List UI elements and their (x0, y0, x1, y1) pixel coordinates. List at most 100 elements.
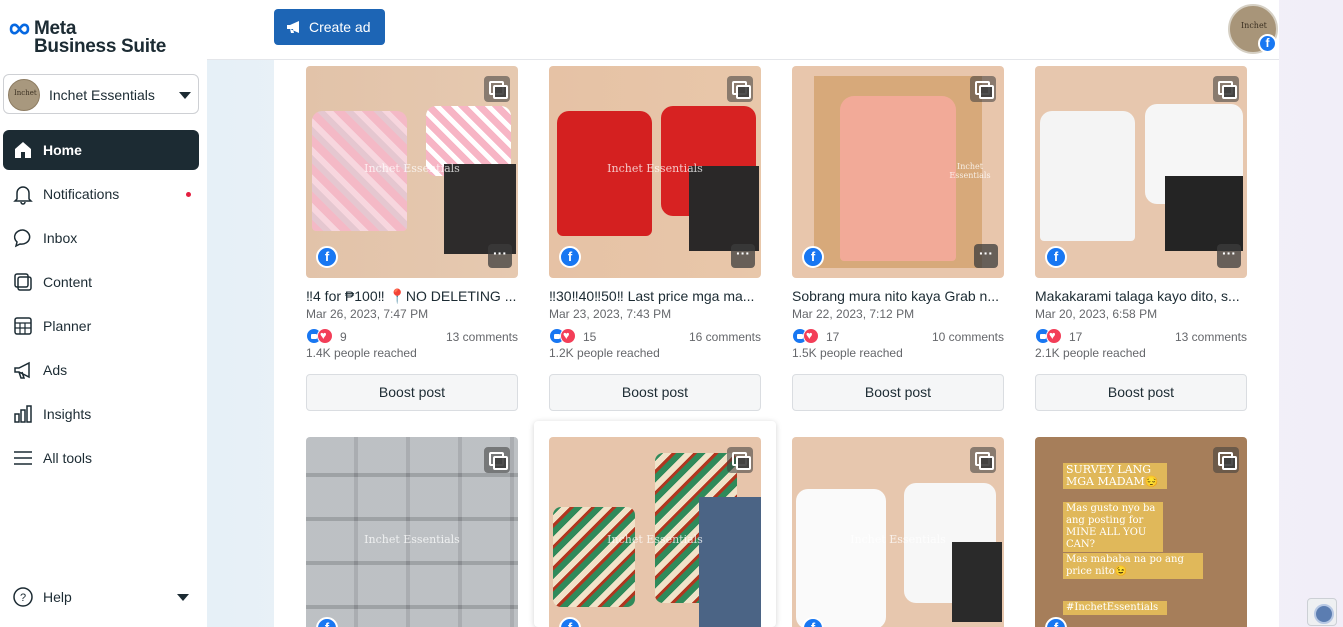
boost-post-button[interactable]: Boost post (549, 374, 761, 411)
top-bar: Create ad (207, 0, 1279, 60)
facebook-icon: f (559, 246, 581, 268)
facebook-glyph: f (1265, 36, 1270, 50)
reaction-count: 9 (340, 330, 347, 344)
facebook-icon: f (1045, 617, 1067, 627)
facebook-icon: f (316, 617, 338, 627)
facebook-glyph: f (1053, 249, 1059, 264)
multi-image-icon (484, 447, 510, 473)
post-thumbnail[interactable]: Inchet Essentials f (306, 437, 518, 627)
multi-image-icon (727, 76, 753, 102)
post-card[interactable]: Inchet Essentials f ··· Sobrang mura nit… (792, 66, 1004, 411)
chevron-down-icon (179, 92, 191, 99)
post-card[interactable]: SURVEY LANG MGA MADAM😔 Mas gusto nyo ba … (1035, 437, 1247, 627)
post-title[interactable]: Makakarami talaga kayo dito, s... (1035, 288, 1249, 304)
nav-all-tools[interactable]: All tools (3, 438, 199, 478)
watermark: Inchet Essentials (364, 162, 460, 175)
post-title[interactable]: ‼30‼40‼50‼ Last price mga ma... (549, 288, 763, 304)
post-thumbnail[interactable]: SURVEY LANG MGA MADAM😔 Mas gusto nyo ba … (1035, 437, 1247, 627)
nav-home[interactable]: Home (3, 130, 199, 170)
facebook-icon: f (802, 617, 824, 627)
more-options-button[interactable]: ··· (1217, 244, 1241, 268)
survey-text: Mas mababa na po ang price nito😉 (1063, 553, 1203, 579)
help-label: Help (43, 589, 72, 605)
post-card[interactable]: Inchet Essentials f ··· ‼30‼40‼50‼ Last … (549, 66, 761, 411)
post-card[interactable]: Inchet Essentials f ··· ‼4 for ₱100‼ 📍NO… (306, 66, 518, 411)
account-avatar: Inchet (8, 79, 40, 111)
nav-ads[interactable]: Ads (3, 350, 199, 390)
comment-count[interactable]: 13 comments (446, 330, 518, 344)
post-thumbnail[interactable]: Inchet Essentials f (549, 437, 761, 627)
account-switcher[interactable]: Inchet Inchet Essentials (3, 74, 199, 114)
nav-label: Content (43, 274, 93, 290)
reach-count: 2.1K people reached (1035, 346, 1146, 360)
post-date: Mar 20, 2023, 6:58 PM (1035, 307, 1158, 321)
garment-image (1165, 176, 1243, 251)
garment-image (444, 164, 516, 254)
comment-count[interactable]: 10 comments (932, 330, 1004, 344)
garment-image (553, 507, 635, 607)
survey-text: SURVEY LANG MGA MADAM😔 (1063, 463, 1167, 489)
post-thumbnail[interactable]: Inchet Essentials f (792, 437, 1004, 627)
multi-image-icon (970, 447, 996, 473)
post-card[interactable]: Inchet Essentials f (792, 437, 1004, 627)
nav-inbox[interactable]: Inbox (3, 218, 199, 258)
create-ad-button[interactable]: Create ad (274, 9, 385, 45)
nav-label: Home (43, 142, 82, 158)
meta-business-suite-logo[interactable]: Meta Business Suite (8, 18, 198, 58)
facebook-glyph: f (810, 249, 816, 264)
nav-notifications[interactable]: Notifications (3, 174, 199, 214)
more-options-button[interactable]: ··· (974, 244, 998, 268)
multi-image-icon (484, 76, 510, 102)
reactions-icon (1035, 328, 1069, 344)
language-globe-icon[interactable] (1307, 598, 1337, 626)
watermark: Inchet Essentials (607, 162, 703, 175)
post-title[interactable]: ‼4 for ₱100‼ 📍NO DELETING ... (306, 288, 520, 305)
more-options-button[interactable]: ··· (488, 244, 512, 268)
post-thumbnail[interactable]: f ··· (1035, 66, 1247, 278)
nav-planner[interactable]: Planner (3, 306, 199, 346)
facebook-glyph: f (318, 619, 336, 627)
garment-image (952, 542, 1002, 622)
chevron-down-icon (177, 594, 189, 601)
survey-text: Mas gusto nyo ba ang posting for MINE AL… (1063, 502, 1163, 552)
reaction-count: 15 (583, 330, 597, 344)
post-thumbnail[interactable]: Inchet Essentials f ··· (306, 66, 518, 278)
account-avatar-text: Inchet (14, 89, 37, 97)
post-card[interactable]: Inchet Essentials f (306, 437, 518, 627)
post-title[interactable]: Sobrang mura nito kaya Grab n... (792, 288, 1006, 304)
boost-post-button[interactable]: Boost post (1035, 374, 1247, 411)
more-options-button[interactable]: ··· (731, 244, 755, 268)
boost-post-button[interactable]: Boost post (792, 374, 1004, 411)
reactions-icon (549, 328, 583, 344)
account-name: Inchet Essentials (49, 87, 155, 103)
notification-dot (186, 192, 191, 197)
help-menu[interactable]: ? Help (3, 577, 199, 617)
post-thumbnail[interactable]: Inchet Essentials f ··· (549, 66, 761, 278)
post-thumbnail[interactable]: Inchet Essentials f ··· (792, 66, 1004, 278)
watermark: Inchet Essentials (850, 533, 946, 546)
garment-image (796, 489, 886, 627)
facebook-icon: f (1045, 246, 1067, 268)
calendar-icon (14, 317, 32, 335)
chat-bubble-icon (13, 229, 31, 248)
facebook-glyph: f (1047, 619, 1065, 627)
comment-count[interactable]: 13 comments (1175, 330, 1247, 344)
logo-text-business-suite: Business Suite (34, 36, 167, 57)
post-card[interactable]: Inchet Essentials f (549, 437, 761, 627)
bell-icon (13, 186, 33, 205)
boost-post-button[interactable]: Boost post (306, 374, 518, 411)
nav-content[interactable]: Content (3, 262, 199, 302)
nav-insights[interactable]: Insights (3, 394, 199, 434)
meta-infinity-icon (9, 23, 30, 35)
reactions-icon (792, 328, 826, 344)
multi-image-icon (970, 76, 996, 102)
nav-label: Inbox (43, 230, 78, 246)
menu-icon (14, 451, 32, 465)
photo-icon (1213, 447, 1239, 473)
post-card[interactable]: f ··· Makakarami talaga kayo dito, s... … (1035, 66, 1247, 411)
nav-label: Ads (43, 362, 68, 378)
comment-count[interactable]: 16 comments (689, 330, 761, 344)
watermark: Inchet Essentials (949, 162, 991, 180)
nav-label: Notifications (43, 186, 120, 202)
nav-label: Insights (43, 406, 92, 422)
